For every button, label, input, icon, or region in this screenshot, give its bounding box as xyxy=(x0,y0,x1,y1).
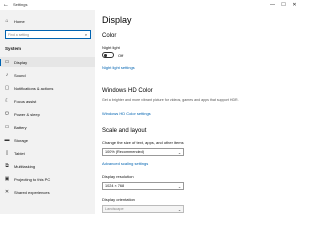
sidebar-item-label: Projecting to this PC xyxy=(14,176,51,182)
sidebar-item-tablet[interactable]: ▯ Tablet xyxy=(0,148,95,158)
chevron-down-icon: ⌄ xyxy=(177,183,182,189)
sidebar-item-power-sleep[interactable]: ⏻ Power & sleep xyxy=(0,109,95,119)
sidebar-item-sound[interactable]: ♪ Sound xyxy=(0,70,95,80)
multitasking-icon: ⧉ xyxy=(5,163,9,169)
sidebar-item-focus-assist[interactable]: ☾ Focus assist xyxy=(0,96,95,106)
hd-color-description: Get a brighter and more vibrant picture … xyxy=(102,98,239,102)
home-icon: ⌂ xyxy=(5,18,9,24)
orientation-dropdown[interactable]: Landscape ⌄ xyxy=(102,205,184,213)
search-icon[interactable]: ⌕ xyxy=(82,32,90,37)
sidebar-item-storage[interactable]: ▬ Storage xyxy=(0,135,95,145)
night-light-state: Off xyxy=(118,53,124,58)
notification-icon: ▢ xyxy=(4,85,10,91)
storage-icon: ▬ xyxy=(4,137,10,143)
toggle-knob xyxy=(104,54,107,57)
main-content: Display Color Night light Off Night ligh… xyxy=(95,10,300,214)
sidebar-item-shared-experiences[interactable]: ✕ Shared experiences xyxy=(0,187,95,197)
sidebar-item-notifications-actions[interactable]: ▢ Notifications & actions xyxy=(0,83,95,93)
sidebar-item-label: Sound xyxy=(14,72,26,78)
sidebar-item-display[interactable]: ▭ Display xyxy=(0,57,95,67)
resolution-label: Display resolution xyxy=(102,174,134,179)
close-button[interactable]: ✕ xyxy=(289,0,300,10)
chevron-down-icon: ⌄ xyxy=(177,206,182,212)
scale-label: Change the size of text, apps, and other… xyxy=(102,140,184,145)
speaker-icon: ♪ xyxy=(5,72,9,78)
sidebar-item-label: Display xyxy=(14,59,28,65)
settings-window: ← Settings — ☐ ✕ ⌂ Home Find a setting ⌕… xyxy=(0,0,300,214)
sidebar-item-label: Power & sleep xyxy=(14,111,40,117)
shared-icon: ✕ xyxy=(4,189,10,195)
hd-color-settings-link[interactable]: Windows HD Color settings xyxy=(102,111,151,116)
sidebar-home-label: Home xyxy=(14,18,25,24)
orientation-value: Landscape xyxy=(105,207,124,211)
sidebar-item-battery[interactable]: ▭ Battery xyxy=(0,122,95,132)
monitor-icon: ▭ xyxy=(4,59,10,65)
battery-icon: ▭ xyxy=(4,124,10,130)
sidebar-home[interactable]: ⌂ Home xyxy=(0,15,95,27)
sidebar-item-label: Storage xyxy=(14,137,29,143)
chevron-down-icon: ⌄ xyxy=(177,149,182,155)
moon-icon: ☾ xyxy=(4,98,10,104)
sidebar: ⌂ Home Find a setting ⌕ System ▭ Display ♪… xyxy=(0,10,95,214)
maximize-button[interactable]: ☐ xyxy=(278,0,289,10)
night-light-toggle[interactable] xyxy=(102,52,114,58)
minimize-button[interactable]: — xyxy=(267,0,278,10)
window-controls: — ☐ ✕ xyxy=(267,0,300,10)
scale-dropdown[interactable]: 100% (Recommended) ⌄ xyxy=(102,148,184,156)
sidebar-item-label: Battery xyxy=(14,124,27,130)
projecting-icon: ▣ xyxy=(4,176,10,182)
tablet-icon: ▯ xyxy=(5,150,9,156)
orientation-label: Display orientation xyxy=(102,197,135,202)
window-title: Settings xyxy=(13,2,28,7)
sidebar-item-projecting-to-this-pc[interactable]: ▣ Projecting to this PC xyxy=(0,174,95,184)
night-light-label: Night light xyxy=(102,45,120,50)
scale-value: 100% (Recommended) xyxy=(105,150,145,154)
search-input[interactable]: Find a setting ⌕ xyxy=(5,30,91,39)
resolution-value: 1024 × 768 xyxy=(105,184,125,188)
advanced-scaling-link[interactable]: Advanced scaling settings xyxy=(102,161,148,166)
search-placeholder: Find a setting xyxy=(8,32,30,37)
page-title: Display xyxy=(102,15,132,25)
power-icon: ⏻ xyxy=(5,111,9,117)
night-light-settings-link[interactable]: Night light settings xyxy=(102,65,135,70)
sidebar-item-label: Notifications & actions xyxy=(14,85,54,91)
sidebar-item-label: Shared experiences xyxy=(14,189,50,195)
title-bar: ← Settings — ☐ ✕ xyxy=(0,0,300,10)
sidebar-section-title: System xyxy=(5,46,22,51)
sidebar-item-label: Multitasking xyxy=(14,163,36,169)
resolution-dropdown[interactable]: 1024 × 768 ⌄ xyxy=(102,182,184,190)
scale-layout-heading: Scale and layout xyxy=(102,128,147,134)
hd-color-heading: Windows HD Color xyxy=(102,88,153,94)
sidebar-item-label: Focus assist xyxy=(14,98,37,104)
sidebar-item-label: Tablet xyxy=(14,150,25,156)
color-heading: Color xyxy=(102,33,117,39)
sidebar-item-multitasking[interactable]: ⧉ Multitasking xyxy=(0,161,95,171)
back-arrow-icon[interactable]: ← xyxy=(0,0,12,10)
